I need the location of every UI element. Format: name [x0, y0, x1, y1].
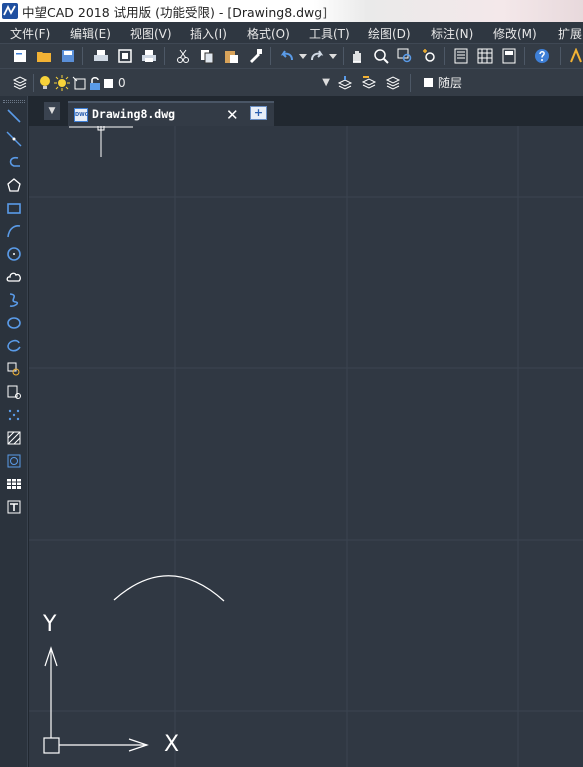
- tool-palette-icon[interactable]: [500, 47, 518, 65]
- menu-edit[interactable]: 编辑(E): [70, 25, 111, 42]
- copy-icon[interactable]: [198, 47, 216, 65]
- tab-drawing8[interactable]: DWG Drawing8.dwg ✕: [68, 101, 274, 126]
- zoom-previous-icon[interactable]: [420, 47, 438, 65]
- menu-format[interactable]: 格式(O): [247, 25, 290, 42]
- make-object-layer-current-icon[interactable]: [336, 74, 354, 92]
- menu-draw[interactable]: 绘图(D): [368, 25, 411, 42]
- line-icon[interactable]: [5, 107, 23, 125]
- design-center-icon[interactable]: [476, 47, 494, 65]
- ucs-x-label: X: [164, 732, 180, 757]
- ellipse-arc-icon[interactable]: [5, 337, 23, 355]
- ellipse-icon[interactable]: [5, 314, 23, 332]
- arc-entity: [113, 575, 225, 602]
- menu-insert[interactable]: 插入(I): [190, 25, 227, 42]
- save-icon[interactable]: [59, 47, 77, 65]
- open-icon[interactable]: [35, 47, 53, 65]
- document-tab-strip: ▼ DWG Drawing8.dwg ✕ +: [28, 96, 583, 126]
- standard-toolbar: [0, 43, 583, 68]
- menu-view[interactable]: 视图(V): [130, 25, 172, 42]
- app-logo-icon: [2, 3, 18, 19]
- revision-cloud-icon[interactable]: [5, 268, 23, 286]
- layer-toolbar: 0 ▼ 随层: [0, 68, 583, 96]
- layer-on-icon[interactable]: [36, 74, 54, 92]
- toolbar-grip[interactable]: [3, 100, 25, 103]
- rectangle-icon[interactable]: [5, 199, 23, 217]
- ucs-icon: [43, 646, 149, 754]
- new-icon[interactable]: [11, 47, 29, 65]
- document-tab-label: Drawing8.dwg: [92, 107, 176, 121]
- layer-thaw-icon[interactable]: [53, 74, 71, 92]
- window-title: 中望CAD 2018 试用版 (功能受限) - [Drawing8.dwg]: [22, 4, 328, 20]
- zoom-window-icon[interactable]: [396, 47, 414, 65]
- layer-manager-icon[interactable]: [11, 74, 29, 92]
- menu-modify[interactable]: 修改(M): [493, 25, 537, 42]
- layer-unlock-icon[interactable]: [86, 74, 104, 92]
- title-bar: 中望CAD 2018 试用版 (功能受限) - [Drawing8.dwg]: [0, 0, 583, 22]
- draw-toolbar: [0, 96, 28, 767]
- arc-icon[interactable]: [5, 222, 23, 240]
- new-tab-icon[interactable]: +: [250, 106, 267, 120]
- plot-icon[interactable]: [140, 47, 158, 65]
- make-block-icon[interactable]: [5, 383, 23, 401]
- layer-combo[interactable]: 0 ▼: [104, 74, 332, 92]
- polyline-icon[interactable]: [5, 153, 23, 171]
- print-icon[interactable]: [92, 47, 110, 65]
- preview-icon[interactable]: [116, 47, 134, 65]
- title-bar-blurred-region: [313, 0, 583, 22]
- color-control-value: 随层: [438, 76, 463, 90]
- menu-tools[interactable]: 工具(T): [309, 25, 350, 42]
- crosshair-cursor: [69, 126, 133, 157]
- layer-color-swatch: [104, 78, 113, 88]
- insert-block-icon[interactable]: [5, 360, 23, 378]
- color-swatch: [424, 78, 433, 87]
- construction-line-icon[interactable]: [5, 130, 23, 148]
- chevron-down-icon[interactable]: ▼: [322, 77, 330, 88]
- polygon-icon[interactable]: [5, 176, 23, 194]
- help-icon[interactable]: [533, 47, 551, 65]
- canvas-drawing: [29, 126, 583, 767]
- redo-dropdown-icon[interactable]: [324, 47, 342, 65]
- table-icon[interactable]: [5, 475, 23, 493]
- color-control-combo[interactable]: 随层: [424, 74, 462, 91]
- layer-previous-icon[interactable]: [360, 74, 378, 92]
- menu-dimension[interactable]: 标注(N): [431, 25, 473, 42]
- pan-icon[interactable]: [348, 47, 366, 65]
- ucs-y-label: Y: [43, 612, 57, 637]
- paste-icon[interactable]: [222, 47, 240, 65]
- tab-list-dropdown-icon[interactable]: ▼: [44, 102, 60, 120]
- layer-states-icon[interactable]: [384, 74, 402, 92]
- circle-icon[interactable]: [5, 245, 23, 263]
- grid: [29, 126, 583, 767]
- drawing-canvas[interactable]: Y X: [29, 126, 583, 767]
- menu-extensions[interactable]: 扩展: [558, 25, 582, 42]
- dwg-file-icon: DWG: [74, 108, 89, 122]
- cut-icon[interactable]: [174, 47, 192, 65]
- close-icon[interactable]: ✕: [226, 106, 239, 124]
- point-icon[interactable]: [5, 406, 23, 424]
- menu-file[interactable]: 文件(F): [10, 25, 50, 42]
- text-style-icon[interactable]: [567, 47, 583, 65]
- zoom-realtime-icon[interactable]: [372, 47, 390, 65]
- hatch-icon[interactable]: [5, 429, 23, 447]
- spline-icon[interactable]: [5, 291, 23, 309]
- properties-icon[interactable]: [452, 47, 470, 65]
- match-properties-icon[interactable]: [246, 47, 264, 65]
- multiline-text-icon[interactable]: [5, 498, 23, 516]
- current-layer-name: 0: [118, 76, 126, 90]
- menu-bar: 文件(F) 编辑(E) 视图(V) 插入(I) 格式(O) 工具(T) 绘图(D…: [0, 22, 583, 43]
- region-icon[interactable]: [5, 452, 23, 470]
